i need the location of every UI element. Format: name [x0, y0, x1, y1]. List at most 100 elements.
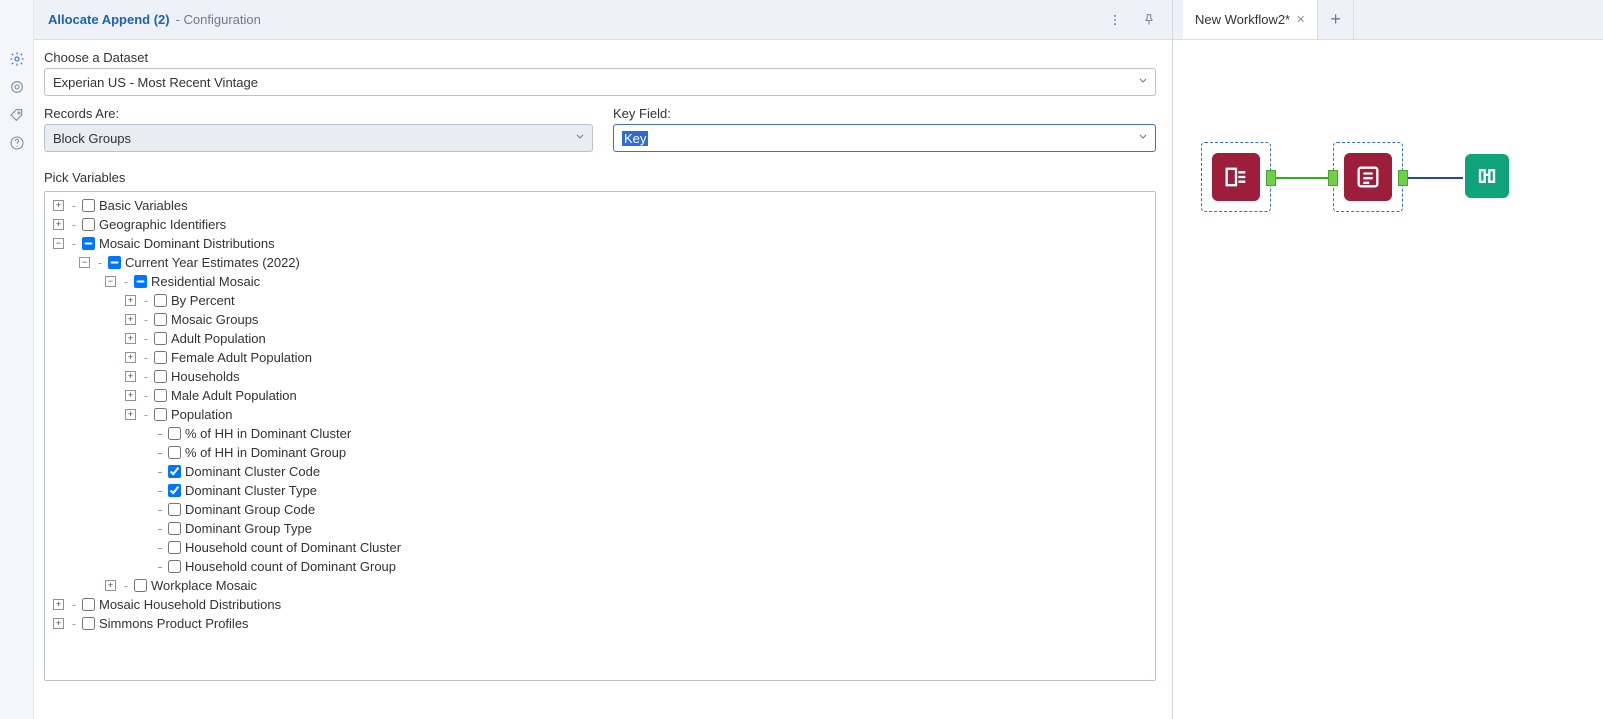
tree-checkbox[interactable]	[168, 465, 181, 478]
workflow-tab[interactable]: New Workflow2* ✕	[1183, 0, 1318, 39]
keyfield-value: Key	[622, 131, 648, 146]
expand-toggle[interactable]: +	[53, 200, 64, 211]
tree-checkbox[interactable]	[154, 389, 167, 402]
keyfield-dropdown[interactable]: Key	[613, 124, 1156, 152]
tree-item: Dominant Group Code	[185, 502, 315, 517]
tree-item: Adult Population	[171, 331, 266, 346]
tree-checkbox[interactable]	[154, 351, 167, 364]
expand-toggle[interactable]: +	[125, 314, 136, 325]
config-side-tabs	[0, 0, 34, 719]
records-dropdown[interactable]: Block Groups	[44, 124, 593, 152]
tree-checkbox[interactable]	[82, 237, 95, 250]
connection-wire	[1273, 177, 1333, 179]
expand-toggle[interactable]: +	[125, 295, 136, 306]
config-panel: Allocate Append (2) - Configuration Choo…	[34, 0, 1173, 719]
tag-icon[interactable]	[8, 106, 26, 124]
pin-icon[interactable]	[1140, 11, 1158, 29]
tree-checkbox[interactable]	[134, 579, 147, 592]
config-subtitle: - Configuration	[176, 12, 261, 27]
variables-tree[interactable]: +··· Basic Variables +··· Geographic Ide…	[44, 191, 1156, 681]
browse-tool[interactable]	[1463, 152, 1511, 200]
tree-checkbox[interactable]	[168, 446, 181, 459]
tree-item: Dominant Cluster Type	[185, 483, 317, 498]
dataset-label: Choose a Dataset	[44, 50, 1156, 65]
tree-checkbox[interactable]	[154, 294, 167, 307]
tree-item: % of HH in Dominant Group	[185, 445, 346, 460]
tree-item: % of HH in Dominant Cluster	[185, 426, 351, 441]
tree-checkbox[interactable]	[154, 332, 167, 345]
tree-item: Male Adult Population	[171, 388, 297, 403]
expand-toggle[interactable]: +	[125, 333, 136, 344]
close-icon[interactable]: ✕	[1296, 13, 1305, 26]
records-label: Records Are:	[44, 106, 593, 121]
tree-item: Household count of Dominant Cluster	[185, 540, 401, 555]
tree-checkbox[interactable]	[168, 522, 181, 535]
tree-item: Mosaic Household Distributions	[99, 597, 281, 612]
tree-checkbox[interactable]	[168, 560, 181, 573]
collapse-toggle[interactable]: −	[105, 276, 116, 287]
expand-toggle[interactable]: +	[53, 599, 64, 610]
config-header: Allocate Append (2) - Configuration	[34, 0, 1172, 40]
tree-checkbox[interactable]	[168, 503, 181, 516]
keyfield-label: Key Field:	[613, 106, 1156, 121]
collapse-toggle[interactable]: −	[53, 238, 64, 249]
allocate-append-tool[interactable]	[1333, 142, 1403, 212]
dataset-dropdown[interactable]: Experian US - Most Recent Vintage	[44, 68, 1156, 96]
tree-item: Residential Mosaic	[151, 274, 260, 289]
output-anchor[interactable]	[1398, 170, 1408, 186]
tree-item: Geographic Identifiers	[99, 217, 226, 232]
tree-checkbox[interactable]	[154, 408, 167, 421]
tree-checkbox[interactable]	[154, 370, 167, 383]
expand-toggle[interactable]: +	[125, 352, 136, 363]
tree-checkbox[interactable]	[168, 427, 181, 440]
expand-toggle[interactable]: +	[125, 390, 136, 401]
tree-checkbox[interactable]	[154, 313, 167, 326]
tree-checkbox[interactable]	[82, 218, 95, 231]
tree-item: Dominant Group Type	[185, 521, 312, 536]
workflow-tab-label: New Workflow2*	[1195, 12, 1290, 27]
connection-wire	[1405, 177, 1463, 179]
expand-toggle[interactable]: +	[125, 409, 136, 420]
expand-toggle[interactable]: +	[125, 371, 136, 382]
input-anchor[interactable]	[1328, 170, 1338, 186]
tree-item: Current Year Estimates (2022)	[125, 255, 300, 270]
allocate-input-icon	[1212, 153, 1260, 201]
tree-checkbox[interactable]	[82, 617, 95, 630]
allocate-input-tool[interactable]	[1201, 142, 1271, 212]
expand-toggle[interactable]: +	[53, 618, 64, 629]
expand-toggle[interactable]: +	[53, 219, 64, 230]
collapse-toggle[interactable]: −	[79, 257, 90, 268]
tree-item: Dominant Cluster Code	[185, 464, 320, 479]
tree-checkbox[interactable]	[168, 541, 181, 554]
help-icon[interactable]	[8, 134, 26, 152]
output-anchor[interactable]	[1266, 170, 1276, 186]
tree-checkbox[interactable]	[134, 275, 147, 288]
tree-item: Mosaic Dominant Distributions	[99, 236, 275, 251]
records-value: Block Groups	[53, 131, 131, 146]
expand-toggle[interactable]: +	[105, 580, 116, 591]
tree-checkbox[interactable]	[108, 256, 121, 269]
tree-leaf-marker	[139, 428, 150, 439]
dataset-value: Experian US - Most Recent Vintage	[53, 75, 258, 90]
chevron-down-icon	[1137, 75, 1149, 90]
tree-item: Workplace Mosaic	[151, 578, 257, 593]
tree-checkbox[interactable]	[168, 484, 181, 497]
workflow-canvas[interactable]	[1173, 40, 1603, 719]
binoculars-icon	[1465, 154, 1509, 198]
more-icon[interactable]	[1106, 11, 1124, 29]
chevron-down-icon	[1137, 131, 1149, 146]
tree-item: Basic Variables	[99, 198, 188, 213]
tree-item: Population	[171, 407, 232, 422]
gear-icon[interactable]	[8, 50, 26, 68]
workflow-tabs: New Workflow2* ✕ +	[1173, 0, 1603, 40]
tree-item: Households	[171, 369, 240, 384]
tree-item: Simmons Product Profiles	[99, 616, 249, 631]
tree-checkbox[interactable]	[82, 199, 95, 212]
target-icon[interactable]	[8, 78, 26, 96]
tree-item: By Percent	[171, 293, 235, 308]
tree-item: Household count of Dominant Group	[185, 559, 396, 574]
tree-checkbox[interactable]	[82, 598, 95, 611]
add-tab-button[interactable]: +	[1318, 0, 1354, 39]
allocate-append-icon	[1344, 153, 1392, 201]
config-title: Allocate Append (2)	[48, 12, 170, 27]
